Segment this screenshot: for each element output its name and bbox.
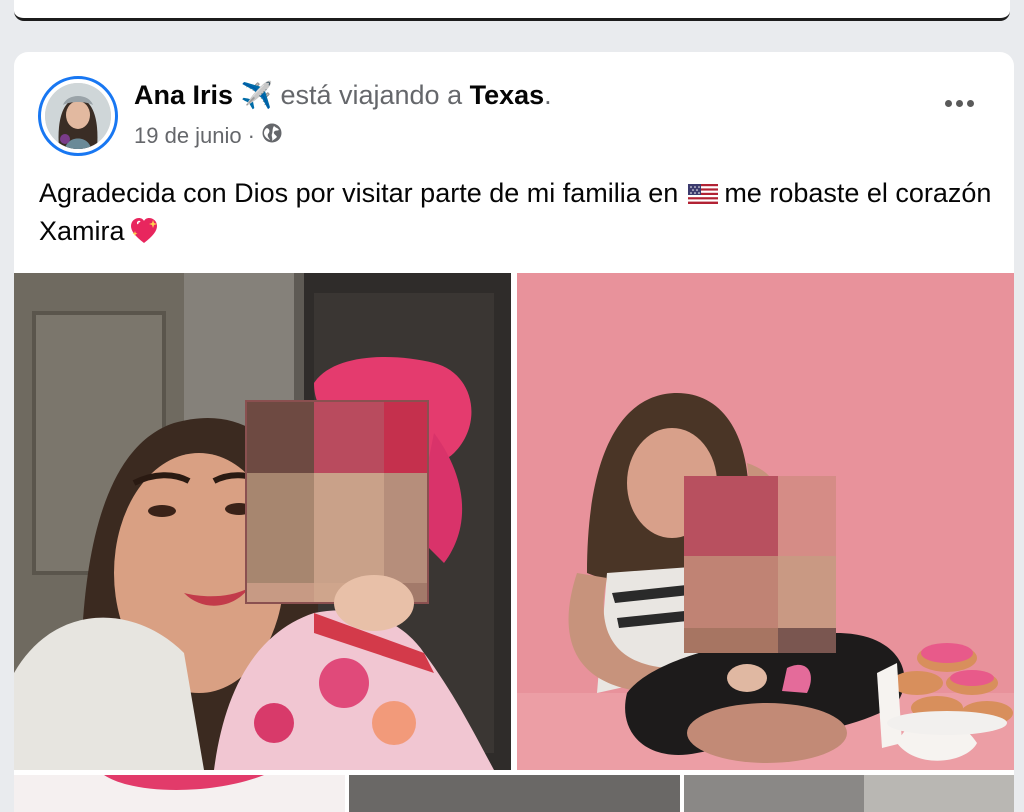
author-line: Ana Iris ✈️ está viajando a Texas. (134, 80, 552, 111)
activity-text: está viajando a (280, 80, 463, 110)
avatar-story-ring[interactable] (38, 76, 118, 156)
avatar[interactable] (45, 83, 111, 149)
post-photo-4-partial[interactable] (349, 775, 680, 812)
sparkling-heart-icon (129, 216, 159, 246)
meta-separator: · (247, 123, 255, 148)
more-options-button[interactable] (945, 100, 974, 107)
post-photo-5-partial[interactable] (684, 775, 1014, 812)
post-text: Agradecida con Dios por visitar parte de… (39, 174, 999, 250)
author-name[interactable]: Ana Iris (134, 80, 233, 110)
post-photo-3-partial[interactable] (14, 775, 345, 812)
globe-icon (261, 122, 283, 150)
place-suffix: . (544, 80, 552, 110)
previous-post-card (14, 0, 1010, 21)
more-dot-icon (967, 100, 974, 107)
post-card: Ana Iris ✈️ está viajando a Texas. 19 de… (14, 52, 1014, 812)
post-photo-2[interactable] (517, 273, 1014, 770)
post-meta: 19 de junio · (134, 122, 283, 150)
us-flag-icon (688, 176, 719, 204)
post-photo-1[interactable] (14, 273, 511, 770)
post-date[interactable]: 19 de junio (134, 123, 242, 149)
post-text-part1: Agradecida con Dios por visitar parte de… (39, 178, 679, 208)
place-link[interactable]: Texas (470, 80, 545, 110)
airplane-icon: ✈️ (240, 80, 273, 110)
more-dot-icon (945, 100, 952, 107)
more-dot-icon (956, 100, 963, 107)
